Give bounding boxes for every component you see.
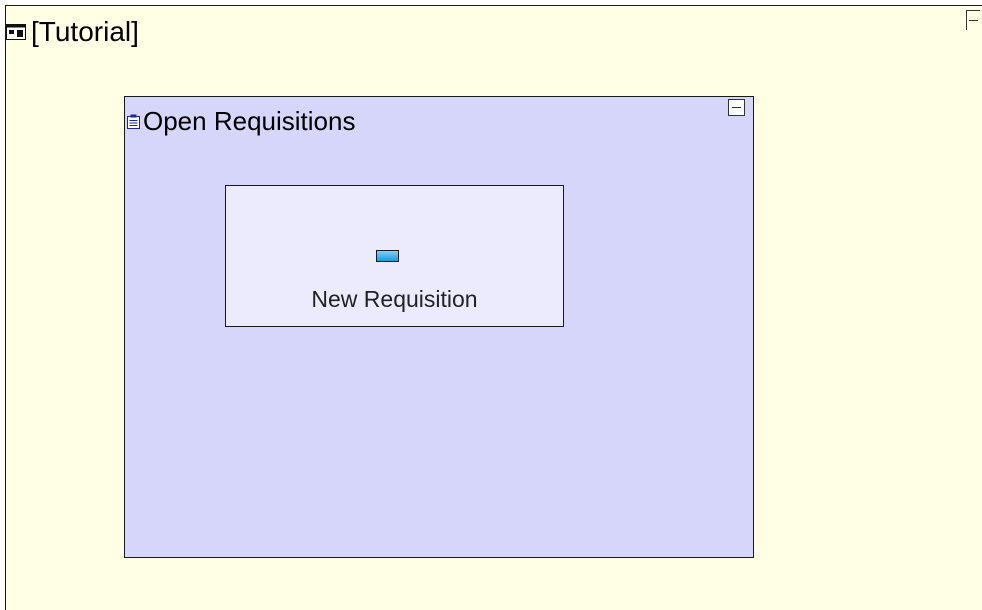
tutorial-collapse-button[interactable] xyxy=(966,10,980,30)
open-requisitions-header: Open Requisitions xyxy=(127,103,355,139)
new-requisition-label: New Requisition xyxy=(311,286,478,312)
open-requisitions-collapse-button[interactable] xyxy=(728,99,745,116)
open-requisitions-title: Open Requisitions xyxy=(143,106,356,136)
button-icon xyxy=(376,250,399,262)
diagram-canvas: [Tutorial] Open Requisitions New Requisi… xyxy=(0,0,982,610)
tutorial-title: [Tutorial] xyxy=(31,16,139,47)
clipboard-icon xyxy=(127,114,140,129)
open-requisitions-frame[interactable] xyxy=(124,96,754,558)
tutorial-header: [Tutorial] xyxy=(6,12,139,52)
window-icon xyxy=(6,24,26,40)
